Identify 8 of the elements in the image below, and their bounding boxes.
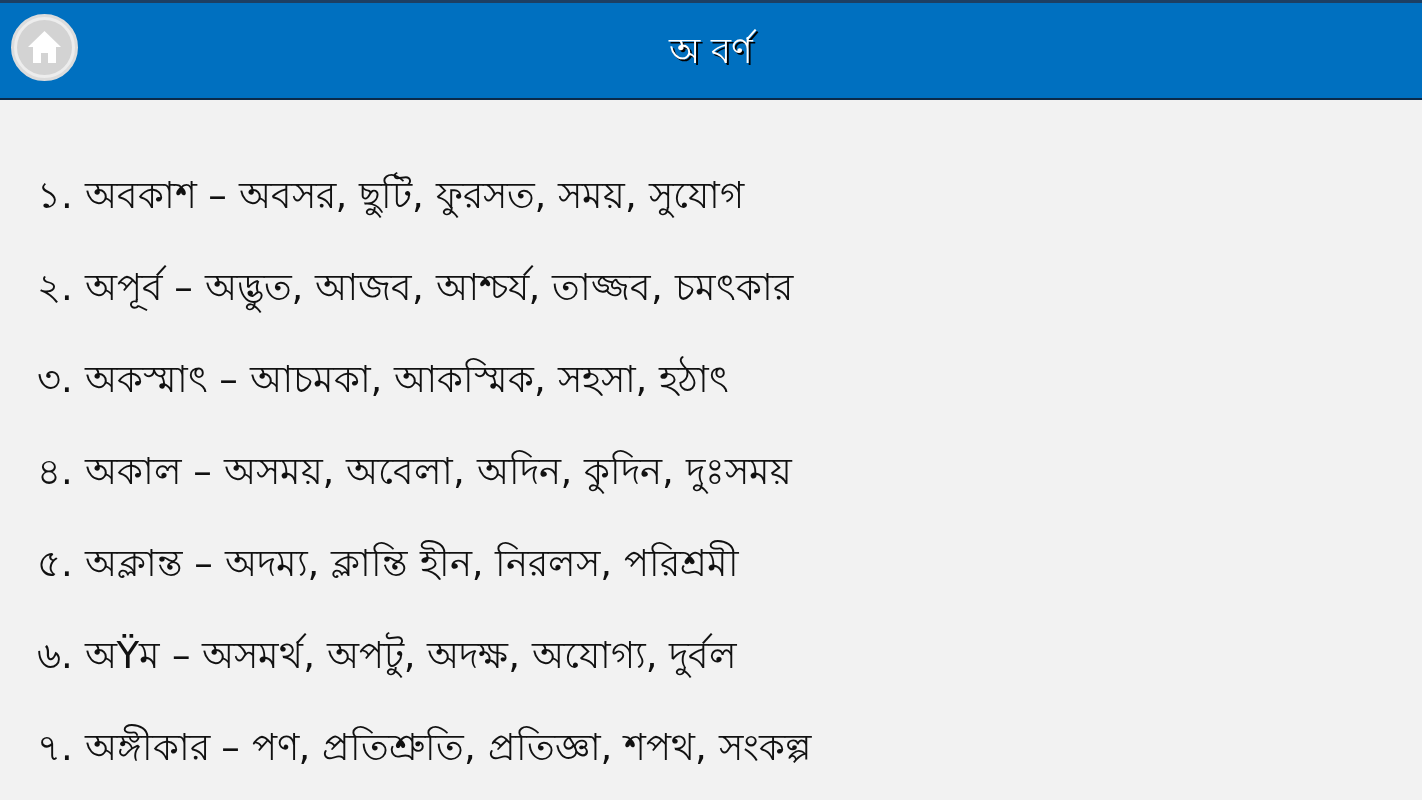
synonym-entry: ৩. অকস্মাৎ – আচমকা, আকস্মিক, সহসা, হঠাৎ bbox=[37, 355, 730, 403]
synonym-entry: ৭. অঙ্গীকার – পণ, প্রতিশ্রুতি, প্রতিজ্ঞা, শপথ, সংকল্প bbox=[37, 723, 811, 771]
synonym-entry: ৬. অŸম – অসমর্থ, অপটু, অদক্ষ, অযোগ্য, দুর্বল bbox=[37, 631, 738, 680]
synonym-entry: ২. অপূর্ব – অদ্ভুত, আজব, আশ্চর্য, তাজ্জব, চমৎকার bbox=[37, 241, 793, 333]
synonym-entry: ১. অবকাশ – অবসর, ছুটি, ফুরসত, সময়, সুযোগ bbox=[37, 171, 744, 220]
home-icon bbox=[17, 20, 72, 75]
synonym-entry: ৪. অকাল – অসময়, অবেলা, অদিন, কুদিন, দুঃসময় bbox=[37, 448, 792, 496]
synonym-entry: ৫. অক্লান্ত – অদম্য, ক্লান্তি হীন, নিরলস, পরিশ্রমী bbox=[37, 539, 739, 587]
